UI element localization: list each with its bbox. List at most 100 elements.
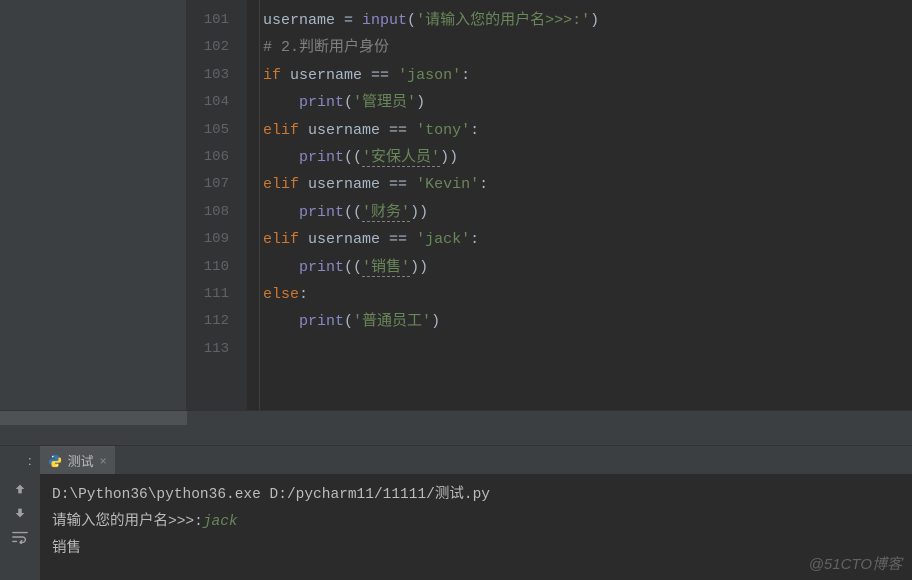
code-token: '管理员' [353,94,416,111]
code-token [299,231,308,248]
arrow-down-icon[interactable] [13,506,27,520]
python-icon [48,454,62,468]
panel-divider-strip[interactable] [0,410,912,445]
project-panel[interactable] [0,0,187,410]
line-number: 105 [187,117,247,144]
code-token: username [308,231,380,248]
ide-window: 101102103104105106107108109110111112113 … [0,0,912,580]
soft-wrap-icon[interactable] [12,530,28,544]
code-area[interactable]: username = input('请输入您的用户名>>>:') # 2.判断用户… [247,0,912,410]
code-token: username [290,67,362,84]
run-tab-bar: : 测试 × [0,446,912,474]
code-line[interactable]: else: [263,281,912,308]
code-token: print [299,204,344,221]
code-token [299,176,308,193]
console-user-input: jack [203,514,238,530]
code-token: 'jason' [398,67,461,84]
code-token: ( [407,12,416,29]
code-line[interactable]: print(('销售')) [263,254,912,281]
code-token: '普通员工' [353,313,431,330]
top-area: 101102103104105106107108109110111112113 … [0,0,912,410]
line-number: 106 [187,144,247,171]
code-token: elif [263,122,299,139]
code-token [299,122,308,139]
line-number: 109 [187,226,247,253]
line-number: 104 [187,89,247,116]
code-token: : [299,286,308,303]
code-token: '销售' [362,259,410,277]
code-line[interactable]: # 2.判断用户身份 [263,34,912,61]
run-label-colon: : [28,453,32,468]
code-line[interactable]: elif username == 'tony': [263,117,912,144]
code-token: : [470,231,479,248]
code-token: 'jack' [416,231,470,248]
code-token [263,313,299,330]
run-tab-label: 测试 [68,451,94,470]
code-line[interactable]: elif username == 'Kevin': [263,171,912,198]
code-token: ( [344,313,353,330]
code-token: if [263,67,281,84]
line-number: 110 [187,254,247,281]
code-token: print [299,94,344,111]
code-token: # 2.判断用户身份 [263,39,389,56]
code-token: username [308,122,380,139]
code-line[interactable]: elif username == 'jack': [263,226,912,253]
code-token: ) [431,313,440,330]
run-tab-active[interactable]: 测试 × [40,446,115,474]
code-token: '财务' [362,204,410,222]
code-token: username [263,12,335,29]
code-line[interactable]: username = input('请输入您的用户名>>>:') [263,7,912,34]
code-line[interactable] [263,336,912,363]
code-token: == [380,122,416,139]
code-editor[interactable]: 101102103104105106107108109110111112113 … [187,0,912,410]
code-token: )) [410,259,428,276]
code-token [263,259,299,276]
code-token: print [299,149,344,166]
run-tool-window: : 测试 × [0,445,912,580]
line-number: 111 [187,281,247,308]
code-line[interactable]: print(('安保人员')) [263,144,912,171]
code-line[interactable]: print('管理员') [263,89,912,116]
line-number: 102 [187,34,247,61]
code-token: (( [344,204,362,221]
code-token: )) [440,149,458,166]
code-token: (( [344,149,362,166]
line-number-gutter: 101102103104105106107108109110111112113 [187,0,247,410]
code-token: username [308,176,380,193]
code-token: ( [344,94,353,111]
code-token: == [362,67,398,84]
code-token [263,149,299,166]
line-number: 107 [187,171,247,198]
code-token: == [380,176,416,193]
line-number: 108 [187,199,247,226]
code-token: ) [590,12,599,29]
code-token [263,204,299,221]
code-token [281,67,290,84]
code-token [263,94,299,111]
code-token: print [299,259,344,276]
code-line[interactable]: if username == 'jason': [263,62,912,89]
code-token: )) [410,204,428,221]
code-token: else [263,286,299,303]
code-token: 'Kevin' [416,176,479,193]
code-token: print [299,313,344,330]
code-token: elif [263,231,299,248]
arrow-up-icon[interactable] [13,482,27,496]
run-body: D:\Python36\python36.exe D:/pycharm11/11… [0,474,912,580]
code-token: : [461,67,470,84]
code-token: : [479,176,488,193]
code-token: (( [344,259,362,276]
code-line[interactable]: print(('财务')) [263,199,912,226]
code-token: '请输入您的用户名>>>:' [416,12,590,29]
line-number: 103 [187,62,247,89]
line-number: 113 [187,336,247,363]
run-toolbar [0,474,40,580]
line-number: 101 [187,7,247,34]
console-output[interactable]: D:\Python36\python36.exe D:/pycharm11/11… [40,474,912,580]
code-line[interactable]: print('普通员工') [263,308,912,335]
code-token: ) [416,94,425,111]
console-result-line: 销售 [52,541,81,557]
line-number: 112 [187,308,247,335]
panel-handle[interactable] [0,411,187,425]
close-icon[interactable]: × [100,455,107,467]
